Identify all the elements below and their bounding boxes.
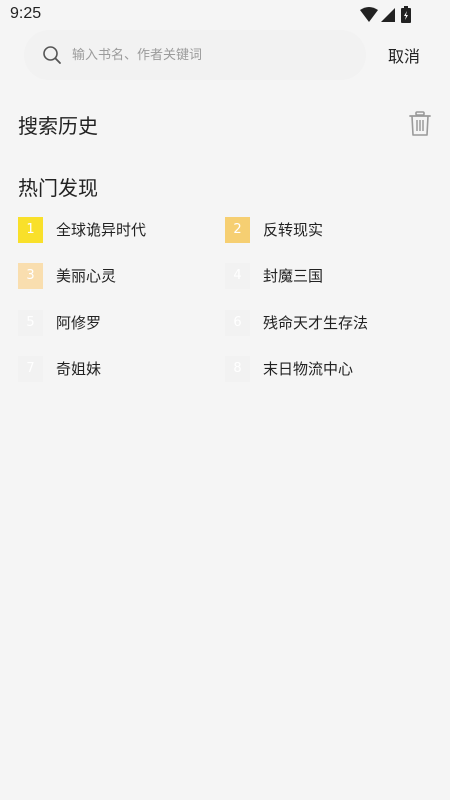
- search-history-title: 搜索历史: [18, 114, 98, 138]
- hot-item-6[interactable]: 6 残命天才生存法: [225, 310, 425, 336]
- hot-list: 1 全球诡异时代 2 反转现实 3 美丽心灵 4 封魔三国 5 阿修罗 6 残命…: [18, 217, 438, 407]
- hot-item-3[interactable]: 3 美丽心灵: [18, 263, 218, 289]
- rank-badge: 4: [225, 263, 250, 289]
- status-time: 9:25: [10, 5, 42, 22]
- hot-item-title: 反转现实: [263, 221, 324, 239]
- rank-badge: 7: [18, 356, 43, 382]
- cancel-button[interactable]: 取消: [388, 43, 428, 67]
- rank-badge: 8: [225, 356, 250, 382]
- hot-item-title: 美丽心灵: [56, 267, 117, 285]
- rank-badge: 3: [18, 263, 43, 289]
- hot-item-4[interactable]: 4 封魔三国: [225, 263, 425, 289]
- rank-badge: 2: [225, 217, 250, 243]
- hot-item-title: 封魔三国: [263, 267, 324, 285]
- search-icon: [43, 46, 61, 64]
- hot-item-title: 奇姐妹: [56, 360, 102, 378]
- hot-item-1[interactable]: 1 全球诡异时代: [18, 217, 218, 243]
- hot-item-8[interactable]: 8 末日物流中心: [225, 356, 425, 382]
- signal-icon: [381, 8, 395, 22]
- hot-item-5[interactable]: 5 阿修罗: [18, 310, 218, 336]
- wifi-icon: [360, 7, 378, 22]
- rank-badge: 1: [18, 217, 43, 243]
- search-bar[interactable]: [24, 30, 366, 80]
- status-bar: 9:25: [0, 0, 450, 30]
- hot-item-7[interactable]: 7 奇姐妹: [18, 356, 218, 382]
- hot-item-2[interactable]: 2 反转现实: [225, 217, 425, 243]
- search-input[interactable]: [72, 39, 352, 71]
- battery-icon: [401, 6, 411, 23]
- rank-badge: 5: [18, 310, 43, 336]
- hot-item-title: 残命天才生存法: [263, 314, 369, 332]
- hot-item-title: 阿修罗: [56, 314, 102, 332]
- hot-item-title: 全球诡异时代: [56, 221, 147, 239]
- trash-icon[interactable]: [408, 111, 432, 137]
- hot-item-title: 末日物流中心: [263, 360, 354, 378]
- status-icons: [360, 6, 411, 23]
- hot-discovery-title: 热门发现: [18, 176, 98, 200]
- rank-badge: 6: [225, 310, 250, 336]
